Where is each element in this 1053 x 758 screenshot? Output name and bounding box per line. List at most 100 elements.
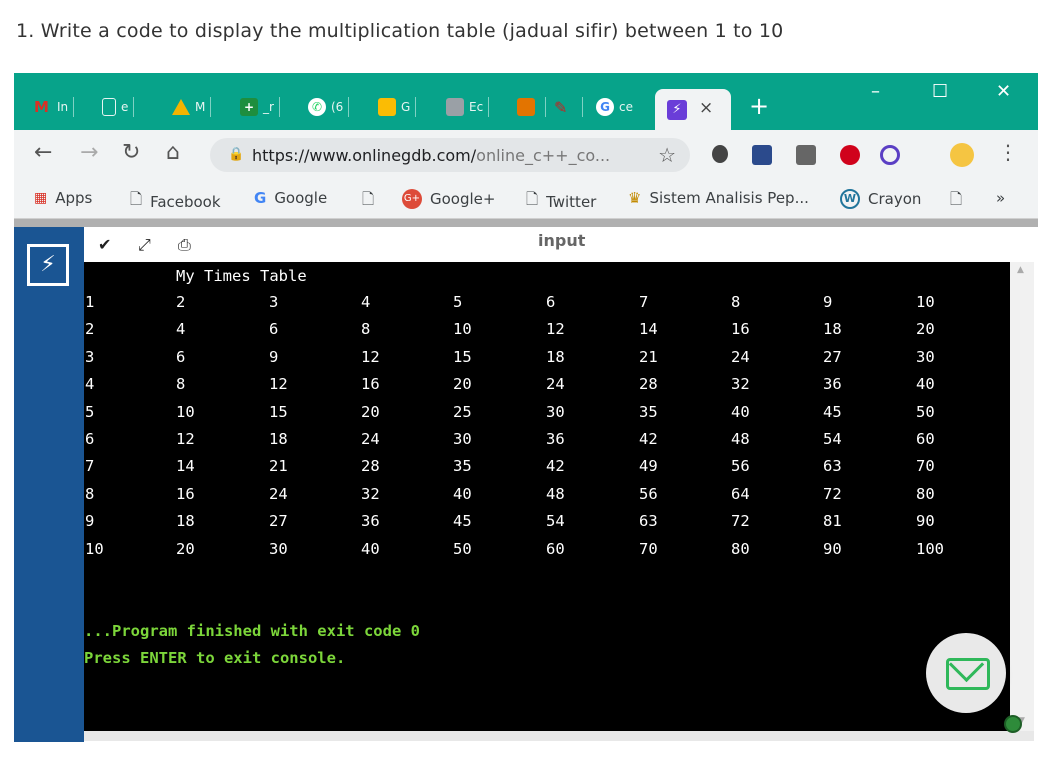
table-cell: 35 [453,457,472,476]
table-cell: 6 [85,430,95,448]
box-icon [517,98,535,116]
table-cell: 9 [269,347,279,366]
table-cell: 42 [546,457,565,476]
console-scrollbar[interactable]: ▲ ▼ [1010,262,1034,731]
block-extension-icon[interactable] [880,145,900,165]
bookmark-facebook[interactable]: 🗋 Facebook [130,189,221,214]
tab-google[interactable]: Gce [596,93,633,121]
address-bar[interactable]: 🔒 https://www.onlinegdb.com/online_c++_c… [210,138,690,172]
cross-icon: + [240,98,258,116]
bookmark-apps[interactable]: ▦ Apps [34,189,92,207]
bookmark-sistem-analisis[interactable]: ♛ Sistem Analisis Pep... [628,189,809,207]
reload-icon[interactable]: ↻ [122,140,140,165]
table-cell: 80 [916,484,935,503]
bookmarks-bar: ▦ Apps 🗋 Facebook G Google 🗋 G+ Google+ 🗋 Twi… [14,178,1038,219]
table-cell: 36 [546,430,565,448]
table-row: 4 8 12 16 20 24 28 32 36 40 [84,375,1010,402]
table-row: 9 18 27 36 45 54 63 72 81 90 [84,512,1010,539]
bookmark-google-plus[interactable]: G+ Google+ [402,189,495,209]
table-cell: 18 [269,430,288,448]
table-cell: 90 [916,512,935,531]
table-cell: 28 [361,457,380,476]
minimize-button[interactable]: – [871,81,880,102]
table-cell: 6 [546,293,556,311]
tab-box[interactable] [517,93,546,121]
clear-icon[interactable]: ⎙ [178,235,191,255]
page-icon: 🗋 [950,190,963,208]
home-icon[interactable]: ⌂ [166,140,180,165]
maximize-button[interactable]: ☐ [932,81,948,102]
avatar[interactable] [950,143,974,167]
table-cell: 21 [639,347,658,366]
tab-keep[interactable]: G [378,93,417,121]
table-cell: 20 [453,375,472,394]
scroll-up-icon[interactable]: ▲ [1017,265,1024,275]
new-tab-button[interactable]: + [749,92,769,120]
table-cell: 24 [269,484,288,503]
opera-extension-icon[interactable] [840,145,860,165]
table-cell: 9 [85,512,95,531]
press-enter-line: Press ENTER to exit console. [84,649,346,667]
tab-document[interactable]: e [102,93,135,121]
page-content: ⚡ ✔ ⤢ ⎙ input My Times Table 1 2 3 4 5 6 7 8 9 10… [14,219,1038,744]
table-cell: 20 [176,539,195,558]
table-row: 8 16 24 32 40 48 56 64 72 80 [84,485,1010,512]
tab-cross[interactable]: + _r [240,93,280,121]
table-row: 2 4 6 8 10 12 14 16 18 20 [84,320,1010,347]
feedback-mail-button[interactable] [926,633,1006,713]
table-cell: 40 [916,375,935,394]
tab-whatsapp[interactable]: ✆ (6 [308,93,350,121]
gmail-icon: M [34,98,49,116]
expand-icon[interactable]: ⤢ [138,235,151,255]
table-cell: 18 [823,320,842,339]
pen-icon: ✎ [554,98,568,117]
table-cell: 5 [453,293,463,311]
page-icon: 🗋 [526,190,539,208]
bookmark-google[interactable]: G Google [254,189,327,207]
ninja-extension-icon[interactable] [752,145,772,165]
table-cell: 56 [639,484,658,503]
tab-gmail[interactable]: M In [34,93,75,121]
table-row: 6 12 18 24 30 36 42 48 54 60 [84,430,1010,457]
bookmark-star-icon[interactable]: ☆ [658,143,676,167]
keep-extension-icon[interactable] [796,145,816,165]
table-cell: 14 [639,320,658,339]
back-icon[interactable]: ← [34,140,52,165]
close-window-button[interactable]: ✕ [996,81,1011,102]
tab-drive[interactable]: M [172,93,212,121]
collapse-chevron-icon[interactable]: ✔ [98,235,111,254]
tab-doc[interactable]: Ec [446,93,490,121]
wordpress-icon: W [840,189,860,209]
google-drive-icon [172,99,190,115]
table-cell: 7 [85,457,95,476]
forward-icon[interactable]: → [80,140,98,165]
table-cell: 10 [176,402,195,421]
bookmark-page-2[interactable]: 🗋 [950,189,970,214]
tab-onlinegdb-active[interactable]: ⚡ × [655,89,731,130]
table-cell: 12 [546,320,565,339]
table-cell: 12 [269,375,288,394]
table-cell: 30 [269,539,288,558]
output-console[interactable]: My Times Table 1 2 3 4 5 6 7 8 9 10 2 4 6 8 10 12 14 16 18… [84,262,1010,731]
bookmark-twitter[interactable]: 🗋 Twitter [526,189,596,214]
more-bookmarks-button[interactable]: » [996,189,1005,207]
table-cell: 81 [823,512,842,531]
table-cell: 24 [361,430,380,448]
table-cell: 50 [453,539,472,558]
onlinegdb-logo-icon[interactable]: ⚡ [27,244,69,286]
lightning-icon: ⚡ [667,100,687,120]
browser-window: M In e M + _r ✆ (6 G Ec ✎ Gce ⚡ × + – ☐ ✕ ←… [14,73,1038,744]
bookmark-page[interactable]: 🗋 [362,189,382,214]
close-tab-icon[interactable]: × [699,98,713,118]
bookmark-crayon[interactable]: W Crayon [840,189,921,209]
table-cell: 4 [85,375,95,394]
lightbulb-extension-icon[interactable] [712,145,728,163]
lock-icon: 🔒 [228,147,245,162]
table-cell: 32 [361,484,380,503]
document-icon [102,98,116,116]
table-cell: 48 [731,430,750,448]
menu-icon[interactable]: ⋮ [998,140,1018,164]
tab-pen[interactable]: ✎ [554,93,583,121]
table-cell: 21 [269,457,288,476]
table-cell: 63 [639,512,658,531]
